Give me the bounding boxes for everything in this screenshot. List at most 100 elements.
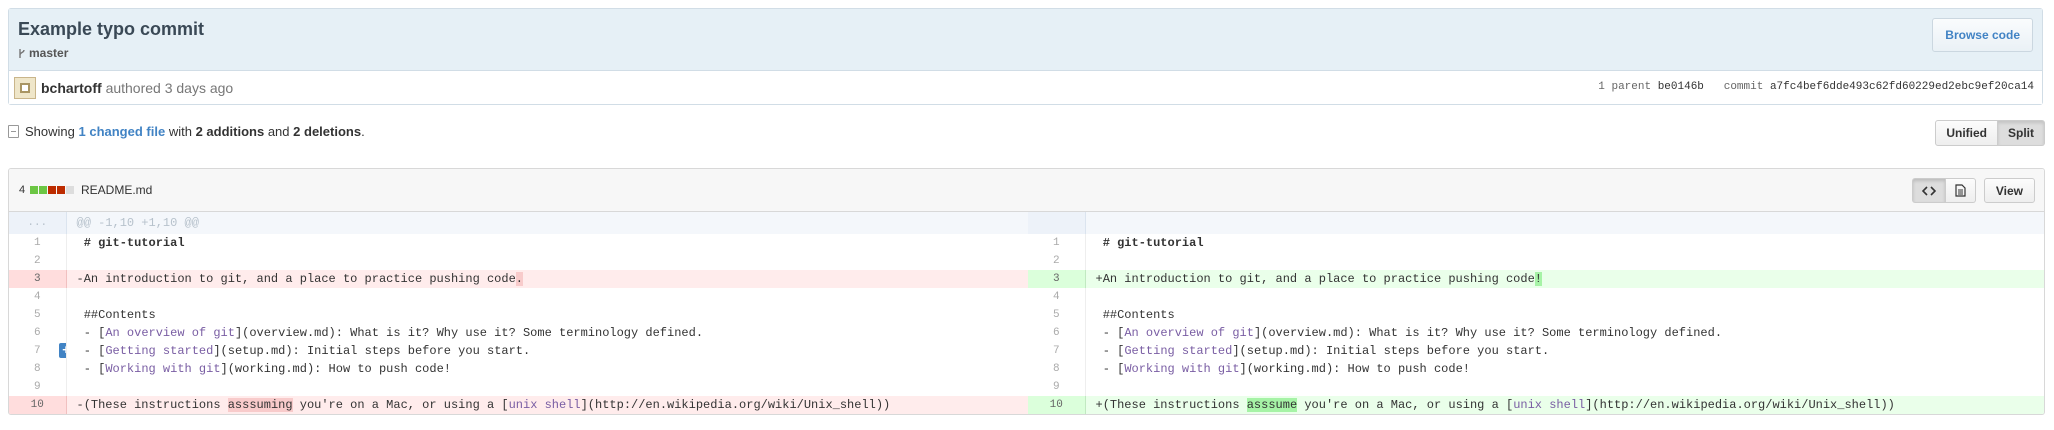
right-line-code: - [An overview of git](overview.md): Wha… <box>1085 324 2044 342</box>
unified-button[interactable]: Unified <box>1935 120 1998 146</box>
commit-sha: a7fc4bef6dde493c62fd60229ed2ebc9ef20ca14 <box>1769 81 2034 93</box>
authored-time: authored 3 days ago <box>105 80 234 96</box>
left-line-code: # git-tutorial <box>76 236 185 250</box>
diff-summary: Showing 1 changed file with 2 additions … <box>8 124 365 139</box>
right-line-code <box>1085 252 2044 270</box>
left-line-number[interactable]: 6 <box>9 324 67 342</box>
md-link-text: unix shell <box>1513 398 1586 412</box>
diffstat-block <box>57 186 66 194</box>
avatar[interactable] <box>14 77 36 99</box>
left-line-number[interactable]: 8 <box>9 360 67 378</box>
md-link-text: Working with git <box>1124 362 1240 376</box>
left-line-number[interactable]: 9 <box>9 378 67 396</box>
code-text: ](overview.md): What is it? Why use it? … <box>234 326 704 340</box>
left-line-number[interactable]: 4 <box>9 288 67 306</box>
code-text: - [ <box>1095 326 1125 340</box>
left-line-number[interactable]: 10 <box>9 396 67 414</box>
toc-icon[interactable] <box>8 125 19 138</box>
diff-row: 8 - [Working with git](working.md): How … <box>9 360 2044 378</box>
code-text: - [ <box>1095 344 1125 358</box>
diff-row: 6 - [An overview of git](overview.md): W… <box>9 324 2044 342</box>
diffstat-block <box>48 186 57 194</box>
hunk-gutter <box>1028 212 1086 234</box>
diffstat-blocks <box>30 186 75 194</box>
right-line-code-added: +An introduction to git, and a place to … <box>1085 270 2044 288</box>
diffstat-block <box>66 186 75 194</box>
diff-row-changed: 10 -(These instructions asssuming you're… <box>9 396 2044 414</box>
right-line-number[interactable]: 3 <box>1028 270 1086 288</box>
left-line-number[interactable]: 7+ <box>9 342 67 360</box>
left-line-number[interactable]: 5 <box>9 306 67 324</box>
changed-files-link[interactable]: 1 changed file <box>79 124 166 139</box>
diff-row: 1 # git-tutorial 1 # git-tutorial <box>9 234 2044 252</box>
right-line-code: - [Getting started](setup.md): Initial s… <box>1085 342 2044 360</box>
md-link-text: unix shell <box>508 398 581 412</box>
commit-shas: 1 parent be0146b commit a7fc4bef6dde493c… <box>1598 81 2034 93</box>
file-name[interactable]: README.md <box>81 183 152 197</box>
diffstat-block <box>30 186 39 194</box>
added-text: +(These instructions <box>1095 398 1247 412</box>
md-link-text: Getting started <box>105 344 214 358</box>
right-line-number[interactable]: 8 <box>1028 360 1086 378</box>
commit-title: Example typo commit <box>18 19 205 39</box>
file-icon <box>1955 184 1966 197</box>
right-line-code <box>1085 288 2044 306</box>
code-text: - [ <box>76 326 106 340</box>
commit-branch[interactable]: master <box>18 46 68 60</box>
right-line-number[interactable]: 10 <box>1028 396 1086 414</box>
hunk-header-right <box>1085 212 2044 234</box>
code-text: ](working.md): How to push code! <box>1239 362 1470 376</box>
right-line-number[interactable]: 4 <box>1028 288 1086 306</box>
code-text: - [ <box>1095 362 1125 376</box>
file-actions: View <box>1911 178 2035 203</box>
diff-view-toggle: Unified Split <box>1935 120 2045 146</box>
added-text: ](http://en.wikipedia.org/wiki/Unix_shel… <box>1585 398 1895 412</box>
diff-row: 4 4 <box>9 288 2044 306</box>
summary-with: with <box>168 124 192 139</box>
hunk-row: ... @@ -1,10 +1,10 @@ <box>9 212 2044 234</box>
diff-row-changed: 3 -An introduction to git, and a place t… <box>9 270 2044 288</box>
code-text: - [ <box>76 344 106 358</box>
view-file-button[interactable]: View <box>1983 178 2035 203</box>
diff-row: 5 ##Contents 5 ##Contents <box>9 306 2044 324</box>
file-diff: 4 README.md View ... @@ -1,10 +1,10 @@ 1… <box>8 168 2045 415</box>
summary-prefix: Showing <box>25 124 75 139</box>
rich-view-button[interactable] <box>1945 178 1976 203</box>
deleted-highlight: . <box>515 272 523 286</box>
left-line-number[interactable]: 2 <box>9 252 67 270</box>
added-highlight: ! <box>1534 272 1542 286</box>
deletions-count: 2 deletions <box>293 124 362 139</box>
source-view-button[interactable] <box>1911 178 1946 203</box>
browse-code-button[interactable]: Browse code <box>1932 18 2033 52</box>
right-line-number[interactable]: 9 <box>1028 378 1086 396</box>
left-line-number[interactable]: 1 <box>9 234 67 252</box>
code-text: ](setup.md): Initial steps before you st… <box>213 344 531 358</box>
change-count: 4 <box>19 184 26 196</box>
right-line-code: # git-tutorial <box>1095 236 1204 250</box>
hunk-expander[interactable]: ... <box>9 212 67 234</box>
author-name[interactable]: bchartoff <box>41 80 102 96</box>
added-text: you're on a Mac, or using a [ <box>1297 398 1514 412</box>
code-text: ](overview.md): What is it? Why use it? … <box>1253 326 1723 340</box>
right-line-code: ##Contents <box>1095 308 1175 322</box>
right-line-number[interactable]: 1 <box>1028 234 1086 252</box>
deleted-text: -An introduction to git, and a place to … <box>76 272 516 286</box>
left-line-code: - [An overview of git](overview.md): Wha… <box>66 324 1028 342</box>
commit-header: Example typo commit master Browse code <box>9 9 2042 71</box>
branch-icon <box>19 48 25 58</box>
code-text: ](setup.md): Initial steps before you st… <box>1232 344 1550 358</box>
parent-label: 1 parent <box>1598 81 1652 93</box>
parent-sha[interactable]: be0146b <box>1658 81 1704 93</box>
diff-row: 7+ - [Getting started](setup.md): Initia… <box>9 342 2044 360</box>
deleted-highlight: asssuming <box>227 398 293 412</box>
right-line-number[interactable]: 6 <box>1028 324 1086 342</box>
commit-panel: Example typo commit master Browse code b… <box>8 8 2043 105</box>
left-line-number[interactable]: 3 <box>9 270 67 288</box>
right-line-number[interactable]: 7 <box>1028 342 1086 360</box>
right-line-code: - [Working with git](working.md): How to… <box>1085 360 2044 378</box>
add-comment-icon[interactable]: + <box>58 343 65 358</box>
right-line-number[interactable]: 5 <box>1028 306 1086 324</box>
left-line-code-deleted: -(These instructions asssuming you're on… <box>66 396 1028 414</box>
split-button[interactable]: Split <box>1998 120 2045 146</box>
right-line-number[interactable]: 2 <box>1028 252 1086 270</box>
